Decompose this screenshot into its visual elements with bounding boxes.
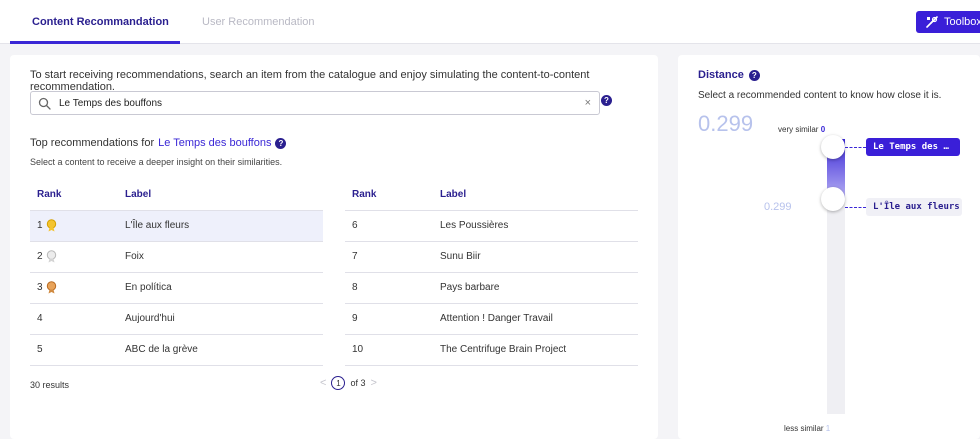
search-input[interactable] bbox=[59, 95, 579, 112]
label-cell: Attention ! Danger Travail bbox=[440, 303, 638, 335]
rank-cell: 6 bbox=[345, 210, 440, 242]
rank-cell: 4 bbox=[30, 303, 125, 335]
prev-page-button[interactable]: < bbox=[320, 377, 326, 389]
less-similar-label: less similar 1 bbox=[784, 424, 831, 433]
table-row[interactable]: 8 Pays barbare bbox=[345, 272, 638, 304]
recommendations-help-icon[interactable]: ? bbox=[275, 137, 287, 149]
label-header: Label bbox=[440, 179, 638, 211]
tab-content-recommendation[interactable]: Content Recommandation bbox=[32, 16, 169, 28]
recommendations-subtitle: Select a content to receive a deeper ins… bbox=[30, 157, 283, 167]
distance-help-icon[interactable]: ? bbox=[748, 69, 760, 81]
label-cell: Foix bbox=[125, 241, 323, 273]
toolbox-button[interactable]: Toolbox bbox=[916, 11, 980, 33]
label-cell: L'Île aux fleurs bbox=[125, 210, 323, 242]
distance-panel: Distance ? Select a recommended content … bbox=[678, 55, 980, 439]
distance-title-text: Distance bbox=[698, 69, 744, 81]
label-cell: Sunu Biir bbox=[440, 241, 638, 273]
table-row[interactable]: 5 ABC de la grève bbox=[30, 334, 323, 366]
distance-subtitle: Select a recommended content to know how… bbox=[698, 90, 942, 101]
recommendations-table-right: Rank Label 6 Les Poussières 7 Sunu Biir … bbox=[345, 179, 638, 366]
silver-medal-icon bbox=[46, 250, 56, 263]
clear-search-icon[interactable]: × bbox=[585, 97, 591, 109]
rank-cell: 8 bbox=[345, 272, 440, 304]
toolbox-label: Toolbox bbox=[944, 16, 980, 28]
recommendations-table-left: Rank Label 1 L'Île aux fleurs 2 Foix 3 E… bbox=[30, 179, 323, 366]
table-row[interactable]: 6 Les Poussières bbox=[345, 210, 638, 242]
rank-cell: 9 bbox=[345, 303, 440, 335]
label-cell: Pays barbare bbox=[440, 272, 638, 304]
distance-slider-track[interactable] bbox=[827, 139, 845, 414]
rank-header: Rank bbox=[30, 179, 125, 211]
selected-distance-value: 0.299 bbox=[764, 201, 792, 213]
label-cell: Les Poussières bbox=[440, 210, 638, 242]
label-cell: Aujourd'hui bbox=[125, 303, 323, 335]
bronze-medal-icon bbox=[46, 281, 56, 294]
rank-header: Rank bbox=[345, 179, 440, 211]
label-cell: The Centrifuge Brain Project bbox=[440, 334, 638, 366]
intro-text: To start receiving recommendations, sear… bbox=[30, 69, 590, 93]
search-icon bbox=[38, 97, 51, 110]
rank-cell: 5 bbox=[30, 334, 125, 366]
rec-title-prefix: Top recommendations for bbox=[30, 137, 155, 149]
rank-cell: 2 bbox=[30, 241, 125, 273]
table-row[interactable]: 2 Foix bbox=[30, 241, 323, 273]
selected-item-tag: L'Île aux fleurs bbox=[866, 198, 962, 216]
table-row[interactable]: 3 En política bbox=[30, 272, 323, 304]
tools-icon bbox=[926, 16, 938, 28]
table-row[interactable]: 10 The Centrifuge Brain Project bbox=[345, 334, 638, 366]
next-page-button[interactable]: > bbox=[370, 377, 376, 389]
rank-cell: 3 bbox=[30, 272, 125, 304]
results-count: 30 results bbox=[30, 380, 70, 390]
very-similar-label: very similar 0 bbox=[778, 125, 826, 134]
slider-handle-top[interactable] bbox=[821, 135, 845, 159]
page-total: of 3 bbox=[350, 378, 366, 388]
selected-tag-connector bbox=[845, 207, 866, 208]
label-cell: En política bbox=[125, 272, 323, 304]
table-row[interactable]: 7 Sunu Biir bbox=[345, 241, 638, 273]
tab-user-recommendation[interactable]: User Recommendation bbox=[202, 16, 315, 28]
distance-value: 0.299 bbox=[698, 111, 754, 136]
content-recommendation-panel: To start receiving recommendations, sear… bbox=[10, 55, 658, 439]
reference-item-tag: Le Temps des … bbox=[866, 138, 960, 156]
current-page[interactable]: 1 bbox=[331, 376, 346, 390]
top-bar: Content Recommandation User Recommendati… bbox=[0, 0, 980, 44]
table-row[interactable]: 4 Aujourd'hui bbox=[30, 303, 323, 335]
label-header: Label bbox=[125, 179, 323, 211]
rank-cell: 1 bbox=[30, 210, 125, 242]
pagination: < 1 of 3 > bbox=[320, 376, 377, 390]
recommendations-title: Top recommendations for Le Temps des bou… bbox=[30, 137, 287, 149]
search-box[interactable]: × bbox=[30, 91, 600, 115]
rec-title-item: Le Temps des bouffons bbox=[158, 137, 272, 149]
rank-cell: 10 bbox=[345, 334, 440, 366]
table-row[interactable]: 9 Attention ! Danger Travail bbox=[345, 303, 638, 335]
rank-cell: 7 bbox=[345, 241, 440, 273]
active-tab-indicator bbox=[10, 41, 180, 44]
slider-handle-selected[interactable] bbox=[821, 186, 845, 211]
top-tag-connector bbox=[845, 147, 866, 148]
search-help-icon[interactable]: ? bbox=[601, 95, 612, 106]
table-row[interactable]: 1 L'Île aux fleurs bbox=[30, 210, 323, 242]
label-cell: ABC de la grève bbox=[125, 334, 323, 366]
distance-title: Distance ? bbox=[698, 69, 760, 81]
gold-medal-icon bbox=[46, 219, 56, 232]
